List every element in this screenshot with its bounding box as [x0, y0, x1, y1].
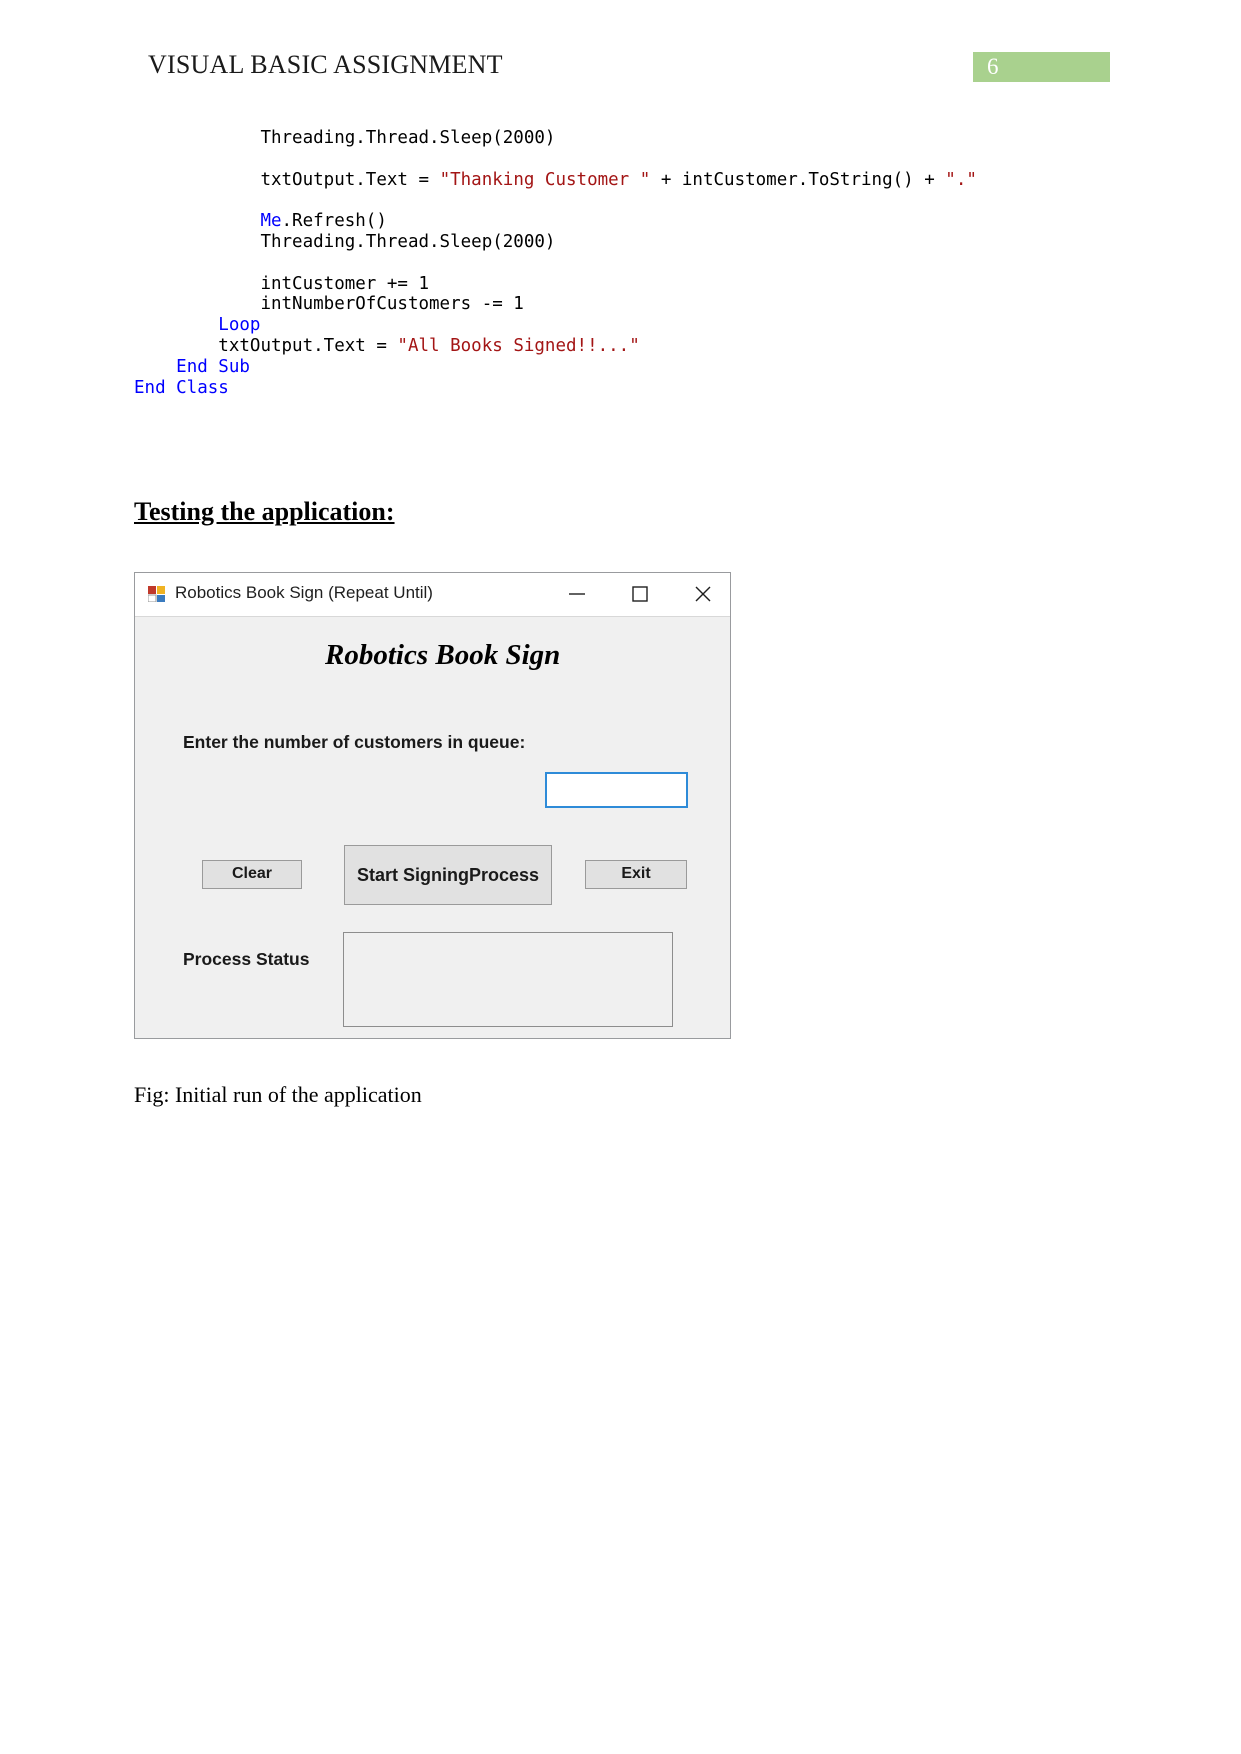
- figure-caption: Fig: Initial run of the application: [134, 1082, 422, 1107]
- code-line: txtOutput.Text = "Thanking Customer " + …: [134, 170, 1114, 191]
- code-token-plain: .Refresh(): [281, 211, 387, 232]
- code-line: intNumberOfCustomers -= 1: [134, 294, 1114, 315]
- app-window-screenshot: Robotics Book Sign (Repeat Until) Roboti…: [134, 572, 731, 1039]
- code-line: Threading.Thread.Sleep(2000): [134, 232, 1114, 253]
- minimize-button[interactable]: [554, 573, 600, 615]
- code-token-plain: Threading.Thread.Sleep(2000): [134, 128, 556, 148]
- close-button[interactable]: [680, 573, 726, 615]
- page-number-badge: 6: [973, 52, 1110, 82]
- window-titlebar: Robotics Book Sign (Repeat Until): [135, 573, 730, 616]
- code-token-str: "All Books Signed!!...": [397, 335, 640, 356]
- page-number-text: 6: [987, 54, 999, 79]
- customers-input[interactable]: [545, 772, 688, 808]
- start-button-line-2: Process: [468, 864, 540, 885]
- section-heading-testing: Testing the application:: [134, 497, 395, 526]
- document-header: VISUAL BASIC ASSIGNMENT 6: [0, 0, 1241, 110]
- start-signing-process-button[interactable]: Start Signing Process: [344, 845, 552, 905]
- form-heading: Robotics Book Sign: [325, 639, 561, 671]
- code-token-kw: End Sub: [134, 356, 250, 377]
- code-line: Me.Refresh(): [134, 211, 1114, 232]
- code-token-plain: intCustomer += 1: [134, 273, 430, 294]
- code-token-str: "Thanking Customer ": [439, 169, 651, 190]
- code-token-kw: Me: [134, 211, 282, 232]
- code-line: txtOutput.Text = "All Books Signed!!...": [134, 336, 1114, 357]
- form-body: Robotics Book Sign Enter the number of c…: [135, 616, 730, 1038]
- customers-prompt-label: Enter the number of customers in queue:: [183, 732, 526, 752]
- window-title-text: Robotics Book Sign (Repeat Until): [175, 583, 433, 602]
- code-token-kw: End Class: [134, 377, 229, 398]
- exit-button[interactable]: Exit: [585, 860, 687, 889]
- process-status-output[interactable]: [343, 932, 673, 1027]
- start-button-line-1: Start Signing: [356, 864, 469, 885]
- page-title: VISUAL BASIC ASSIGNMENT: [148, 50, 503, 79]
- code-listing: Threading.Thread.Sleep(2000) txtOutput.T…: [134, 128, 1114, 398]
- process-status-label: Process Status: [183, 949, 310, 969]
- code-token-kw: Loop: [134, 315, 261, 336]
- maximize-icon: [632, 586, 648, 602]
- code-token-str: ".": [945, 169, 977, 190]
- minimize-icon: [569, 593, 585, 595]
- code-token-plain: txtOutput.Text =: [134, 335, 398, 356]
- code-line: End Class: [134, 378, 1114, 399]
- code-token-plain: txtOutput.Text =: [134, 169, 440, 190]
- code-line: Loop: [134, 315, 1114, 336]
- code-token-plain: + intCustomer.ToString() +: [650, 169, 946, 190]
- maximize-button[interactable]: [617, 573, 663, 615]
- code-token-plain: Threading.Thread.Sleep(2000): [134, 231, 556, 252]
- code-line: End Sub: [134, 357, 1114, 378]
- code-token-plain: intNumberOfCustomers -= 1: [134, 294, 524, 315]
- close-icon: [695, 586, 711, 602]
- vb-form-icon: [147, 586, 165, 603]
- clear-button[interactable]: Clear: [202, 860, 302, 889]
- code-line: intCustomer += 1: [134, 274, 1114, 295]
- code-line: Threading.Thread.Sleep(2000): [134, 128, 1114, 149]
